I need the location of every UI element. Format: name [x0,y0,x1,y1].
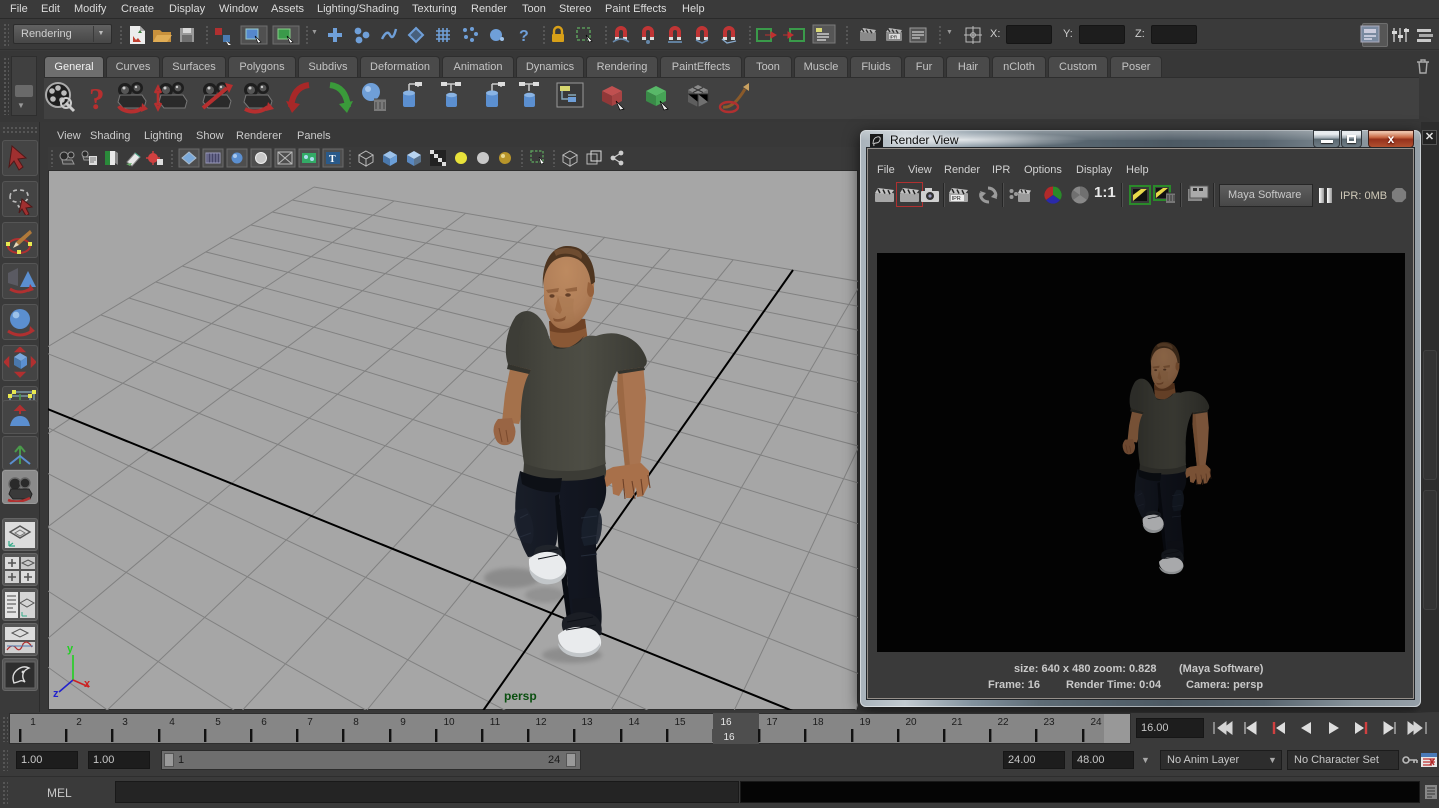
svg-text:10: 10 [443,717,455,728]
svg-text:IPR: IPR [952,196,961,202]
svg-text:17: 17 [766,717,778,728]
svg-text:8: 8 [353,717,359,728]
svg-text:IPR: IPR [890,34,898,39]
svg-text:20: 20 [905,717,917,728]
svg-text:24: 24 [1090,717,1102,728]
svg-text:9: 9 [400,717,406,728]
svg-text:13: 13 [581,717,593,728]
svg-text:22: 22 [997,717,1009,728]
svg-text:?: ? [89,81,105,116]
svg-text:15: 15 [674,717,686,728]
svg-text:16: 16 [723,732,735,743]
svg-text:?: ? [519,28,529,45]
svg-text:7: 7 [307,717,313,728]
svg-text:18: 18 [812,717,824,728]
svg-text:23: 23 [1043,717,1055,728]
svg-text:14: 14 [628,717,640,728]
svg-text:19: 19 [859,717,871,728]
svg-text:11: 11 [490,717,501,728]
svg-text:5: 5 [215,717,221,728]
svg-text:21: 21 [951,717,963,728]
svg-text:12: 12 [535,717,547,728]
svg-text:6: 6 [261,717,267,728]
svg-text:4: 4 [169,717,175,728]
svg-text:2: 2 [76,717,82,728]
svg-text:1: 1 [30,717,36,728]
svg-text:3: 3 [122,717,128,728]
svg-text:T: T [329,154,336,165]
svg-text:16: 16 [720,717,732,728]
